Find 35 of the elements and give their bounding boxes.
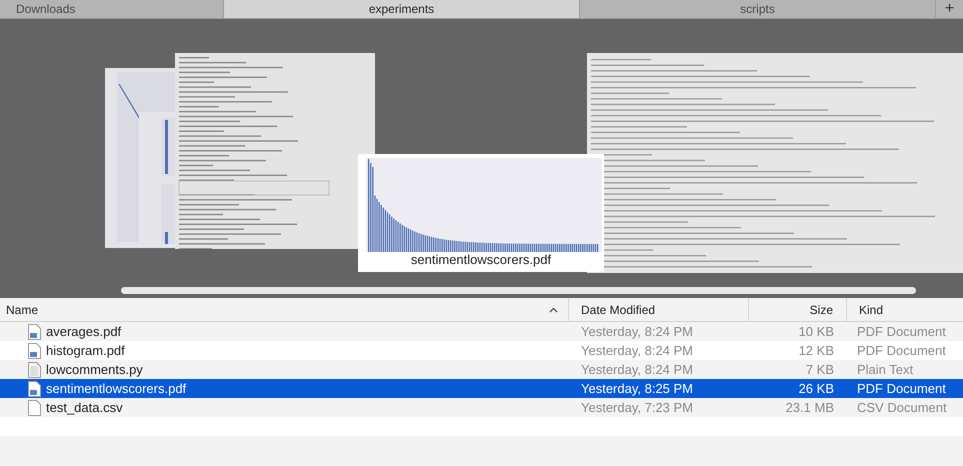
preview-caption: sentimentlowscorers.pdf xyxy=(410,251,552,269)
file-name: histogram.pdf xyxy=(46,342,125,360)
text-file-icon xyxy=(28,362,41,378)
date-modified: Yesterday, 8:24 PM xyxy=(581,324,694,339)
file-name: averages.pdf xyxy=(46,322,122,341)
pdf-file-icon xyxy=(28,342,41,358)
column-header[interactable]: Size xyxy=(749,298,847,321)
file-size: 23.1 MB xyxy=(786,398,834,417)
sort-chevron-icon xyxy=(549,306,558,312)
blank-file-icon xyxy=(28,400,41,416)
pdf-file-icon xyxy=(28,324,41,340)
date-modified: Yesterday, 8:24 PM xyxy=(581,342,694,358)
file-kind: PDF Document xyxy=(857,342,946,358)
file-kind: CSV Document xyxy=(857,400,947,415)
column-header[interactable]: Name xyxy=(0,298,569,321)
file-kind: Plain Text xyxy=(857,362,914,377)
tab[interactable]: experiments xyxy=(224,0,580,18)
column-header[interactable]: Kind xyxy=(847,298,963,321)
scrollbar[interactable] xyxy=(121,287,916,294)
column-header[interactable]: Date Modified xyxy=(569,298,749,321)
selected-preview-card[interactable]: sentimentlowscorers.pdf xyxy=(358,154,604,272)
file-kind: PDF Document xyxy=(857,380,946,396)
file-row[interactable]: sentimentlowscorers.pdf Yesterday, 8:25 PM 26 KB PDF Document xyxy=(0,379,963,398)
date-modified: Yesterday, 8:24 PM xyxy=(581,362,694,377)
date-modified: Yesterday, 7:23 PM xyxy=(581,400,694,415)
file-size: 26 KB xyxy=(798,380,834,398)
file-size: 12 KB xyxy=(798,342,834,360)
file-name: sentimentlowscorers.pdf xyxy=(46,380,186,398)
pdf-file-icon xyxy=(28,380,41,396)
file-name: test_data.csv xyxy=(46,398,123,417)
date-modified: Yesterday, 8:25 PM xyxy=(581,380,694,396)
file-size: 7 KB xyxy=(806,360,834,379)
file-name: lowcomments.py xyxy=(46,360,143,379)
file-size: 10 KB xyxy=(798,322,834,341)
file-kind: PDF Document xyxy=(857,324,946,339)
